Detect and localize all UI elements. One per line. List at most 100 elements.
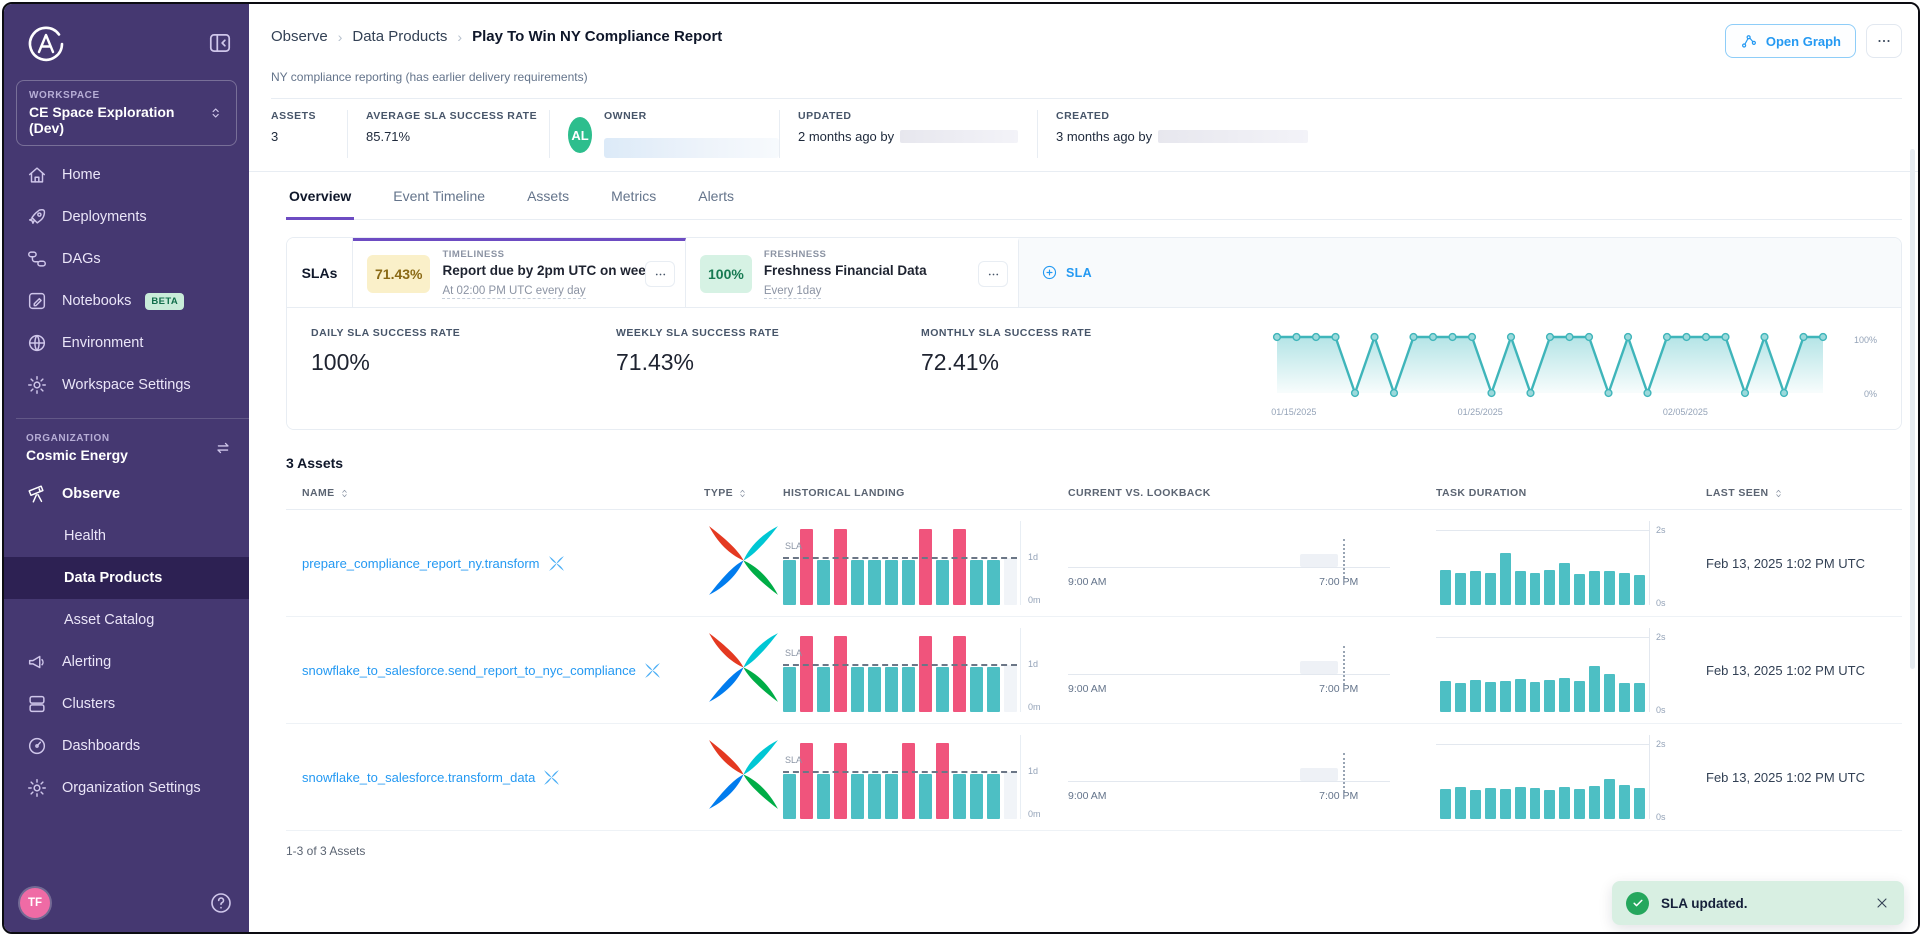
sla-title: Freshness Financial Data <box>764 263 927 278</box>
ellipsis-icon <box>986 267 1001 282</box>
ellipsis-icon <box>653 267 668 282</box>
sidebar: WORKSPACE CE Space Exploration (Dev) Hom… <box>4 4 249 932</box>
sla-card-menu-button[interactable] <box>645 261 675 287</box>
breadcrumb-item-play-to-win-ny-compliance-report: Play To Win NY Compliance Report <box>472 28 722 45</box>
chevron-up-down-icon <box>207 104 224 122</box>
asset-name-link[interactable]: prepare_compliance_report_ny.transform <box>302 556 540 571</box>
sidebar-item-observe[interactable]: Observe <box>4 473 249 515</box>
owner-avatar: AL <box>568 117 592 153</box>
sla-trend-chart: 100%0%01/15/202501/25/202502/05/2025 <box>1271 327 1877 421</box>
sidebar-item-label: Clusters <box>62 696 115 712</box>
sidebar-item-notebooks[interactable]: NotebooksBETA <box>4 280 249 322</box>
sidebar-item-environment[interactable]: Environment <box>4 322 249 364</box>
sidebar-item-data-products[interactable]: Data Products <box>4 557 249 599</box>
globe-icon <box>26 332 48 354</box>
sidebar-item-alerting[interactable]: Alerting <box>4 641 249 683</box>
asset-name-link[interactable]: snowflake_to_salesforce.transform_data <box>302 770 535 785</box>
sidebar-item-asset-catalog[interactable]: Asset Catalog <box>4 599 249 641</box>
tab-metrics[interactable]: Metrics <box>608 178 659 220</box>
historical-landing-chart: SLA1d0m <box>783 735 1068 819</box>
close-icon[interactable] <box>1874 895 1890 911</box>
breadcrumb: Observe›Data Products›Play To Win NY Com… <box>271 24 722 45</box>
last-seen-value: Feb 13, 2025 1:02 PM UTC <box>1706 556 1902 571</box>
sidebar-item-label: Health <box>64 528 106 544</box>
sidebar-item-deployments[interactable]: Deployments <box>4 196 249 238</box>
sla-category: FRESHNESS <box>764 249 927 260</box>
tab-assets[interactable]: Assets <box>524 178 572 220</box>
sidebar-item-dashboards[interactable]: Dashboards <box>4 725 249 767</box>
sidebar-item-label: Dashboards <box>62 738 140 754</box>
airflow-logo-icon <box>704 801 783 818</box>
breadcrumb-item-observe[interactable]: Observe <box>271 28 328 45</box>
organization-name: Cosmic Energy <box>26 447 128 463</box>
historical-landing-chart: SLA1d0m <box>783 521 1068 605</box>
home-icon <box>26 164 48 186</box>
open-graph-button[interactable]: Open Graph <box>1725 24 1856 58</box>
sidebar-item-workspace-settings[interactable]: Workspace Settings <box>4 364 249 406</box>
sidebar-item-label: Data Products <box>64 570 162 586</box>
sla-card-menu-button[interactable] <box>978 261 1008 287</box>
clusters-icon <box>26 693 48 715</box>
sidebar-item-label: Alerting <box>62 654 111 670</box>
help-icon[interactable] <box>209 891 233 915</box>
vertical-scrollbar[interactable] <box>1910 149 1915 669</box>
column-header-task-duration: TASK DURATION <box>1436 487 1706 499</box>
sort-icon <box>339 488 350 499</box>
tab-overview[interactable]: Overview <box>286 178 354 220</box>
sla-card-timeliness[interactable]: 71.43% TIMELINESS Report due by 2pm UTC … <box>353 238 686 307</box>
divider <box>249 171 1918 172</box>
sidebar-item-dags[interactable]: DAGs <box>4 238 249 280</box>
workspace-selector[interactable]: WORKSPACE CE Space Exploration (Dev) <box>16 80 237 146</box>
workspace-name: CE Space Exploration (Dev) <box>29 104 207 136</box>
sidebar-item-label: Home <box>62 167 101 183</box>
stats-bar: ASSETS 3 AVERAGE SLA SUCCESS RATE 85.71%… <box>249 99 1918 171</box>
sla-card-freshness[interactable]: 100% FRESHNESS Freshness Financial Data … <box>686 238 1019 307</box>
monthly-rate-label: MONTHLY SLA SUCCESS RATE <box>921 327 1256 339</box>
organization-label: ORGANIZATION <box>26 433 128 444</box>
dashboard-icon <box>26 735 48 757</box>
sidebar-item-home[interactable]: Home <box>4 154 249 196</box>
sla-schedule: At 02:00 PM UTC every day <box>442 285 585 299</box>
airflow-outline-icon <box>548 555 565 572</box>
task-duration-chart: 2s0s <box>1436 628 1706 712</box>
asset-name-link[interactable]: snowflake_to_salesforce.send_report_to_n… <box>302 663 636 678</box>
more-actions-button[interactable] <box>1866 24 1902 58</box>
sidebar-item-organization-settings[interactable]: Organization Settings <box>4 767 249 809</box>
column-header-type[interactable]: TYPE <box>704 487 783 499</box>
airflow-outline-icon <box>543 769 560 786</box>
add-sla-button[interactable]: SLA <box>1041 264 1092 281</box>
weekly-rate-value: 71.43% <box>616 349 921 376</box>
sla-category: TIMELINESS <box>442 249 633 260</box>
rocket-icon <box>26 206 48 228</box>
sla-percent-badge: 71.43% <box>367 255 430 293</box>
sla-panel: SLAs 71.43% TIMELINESS Report due by 2pm… <box>286 237 1902 430</box>
organization-nav: Observe Health Data Products Asset Catalog A… <box>4 473 249 809</box>
column-header-last-seen[interactable]: LAST SEEN <box>1706 487 1902 499</box>
airflow-logo-icon <box>704 587 783 604</box>
success-check-icon <box>1626 892 1649 915</box>
airflow-outline-icon <box>644 662 661 679</box>
sidebar-item-clusters[interactable]: Clusters <box>4 683 249 725</box>
sidebar-item-label: Deployments <box>62 209 147 225</box>
tab-event-timeline[interactable]: Event Timeline <box>390 178 488 220</box>
breadcrumb-separator: › <box>457 29 462 45</box>
user-avatar[interactable]: TF <box>20 888 50 918</box>
sidebar-item-health[interactable]: Health <box>4 515 249 557</box>
breadcrumb-item-data-products[interactable]: Data Products <box>352 28 447 45</box>
column-header-historical-landing: HISTORICAL LANDING <box>783 487 1068 499</box>
switch-organization-icon[interactable] <box>213 438 233 458</box>
asset-row: prepare_compliance_report_ny.transform SL… <box>286 510 1902 617</box>
tab-alerts[interactable]: Alerts <box>695 178 737 220</box>
updated-stat-label: UPDATED <box>798 110 1037 122</box>
app-window: WORKSPACE CE Space Exploration (Dev) Hom… <box>2 2 1920 934</box>
column-header-name[interactable]: NAME <box>286 487 704 499</box>
toast-message: SLA updated. <box>1661 896 1748 911</box>
owner-stat-label: OWNER <box>604 110 779 122</box>
last-seen-value: Feb 13, 2025 1:02 PM UTC <box>1706 663 1902 678</box>
sla-schedule: Every 1day <box>764 285 822 299</box>
sidebar-item-label: DAGs <box>62 251 101 267</box>
gear-icon <box>26 777 48 799</box>
collapse-sidebar-icon[interactable] <box>207 30 233 56</box>
sidebar-divider <box>16 418 249 419</box>
pagination-summary: 1-3 of 3 Assets <box>286 831 1902 878</box>
